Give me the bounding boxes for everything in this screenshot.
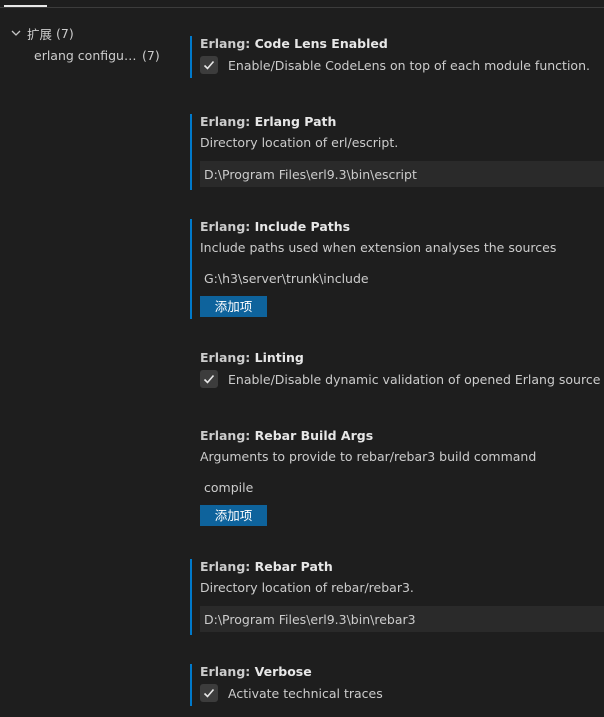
setting-title: Erlang: Rebar Path [200, 559, 333, 574]
setting-category: Erlang: [200, 114, 255, 129]
setting-category: Erlang: [200, 559, 255, 574]
setting-title: Erlang: Include Paths [200, 219, 350, 234]
check-icon [203, 374, 215, 384]
setting-description: Arguments to provide to rebar/rebar3 bui… [200, 449, 537, 464]
setting-linting: Erlang: Linting Enable/Disable dynamic v… [190, 350, 604, 392]
toc-group-extensions[interactable]: 扩展 (7) [0, 22, 180, 44]
setting-description: Directory location of rebar/rebar3. [200, 580, 414, 595]
verbose-checkbox[interactable] [200, 684, 218, 702]
setting-name: Rebar Build Args [254, 428, 374, 443]
add-rebar-build-arg-button[interactable]: 添加项 [200, 505, 267, 526]
setting-rebar-path: Erlang: Rebar Path Directory location of… [190, 559, 604, 635]
setting-description: Directory location of erl/escript. [200, 135, 399, 150]
include-path-list-item[interactable]: G:\h3\server\trunk\include [204, 271, 369, 286]
setting-title: Erlang: Erlang Path [200, 114, 336, 129]
setting-category: Erlang: [200, 428, 255, 443]
setting-category: Erlang: [200, 219, 255, 234]
chevron-down-icon [10, 27, 22, 39]
checkbox-row: Activate technical traces [200, 684, 383, 702]
setting-erlang-path: Erlang: Erlang Path Directory location o… [190, 114, 604, 190]
setting-name: Verbose [254, 664, 312, 679]
setting-name: Linting [254, 350, 304, 365]
checkbox-row: Enable/Disable CodeLens on top of each m… [200, 56, 590, 74]
setting-description: Include paths used when extension analys… [200, 240, 557, 255]
setting-code-lens-enabled: Erlang: Code Lens Enabled Enable/Disable… [190, 36, 604, 78]
erlang-path-input[interactable] [200, 161, 604, 187]
setting-verbose: Erlang: Verbose Activate technical trace… [190, 664, 604, 706]
setting-category: Erlang: [200, 664, 255, 679]
toc-group-count: (7) [56, 25, 74, 41]
settings-toc: 扩展 (7) erlang configura... (7) [0, 22, 180, 66]
check-icon [203, 688, 215, 698]
linting-checkbox[interactable] [200, 370, 218, 388]
rebar-build-arg-list-item[interactable]: compile [204, 480, 253, 495]
setting-title: Erlang: Linting [200, 350, 304, 365]
setting-title: Erlang: Code Lens Enabled [200, 36, 388, 51]
toc-item-label: erlang configura... [34, 47, 138, 63]
add-include-path-button[interactable]: 添加项 [200, 296, 267, 317]
code-lens-checkbox[interactable] [200, 56, 218, 74]
setting-title: Erlang: Rebar Build Args [200, 428, 373, 443]
checkbox-label: Enable/Disable dynamic validation of ope… [228, 371, 604, 387]
checkbox-label: Activate technical traces [228, 685, 383, 701]
setting-include-paths: Erlang: Include Paths Include paths used… [190, 219, 604, 319]
settings-list: Erlang: Code Lens Enabled Enable/Disable… [190, 0, 604, 717]
setting-rebar-build-args: Erlang: Rebar Build Args Arguments to pr… [190, 428, 604, 528]
checkbox-label: Enable/Disable CodeLens on top of each m… [228, 57, 590, 73]
setting-category: Erlang: [200, 36, 255, 51]
setting-name: Code Lens Enabled [254, 36, 388, 51]
active-scope-tab-indicator [4, 5, 47, 7]
setting-name: Rebar Path [254, 559, 333, 574]
check-icon [203, 60, 215, 70]
checkbox-row: Enable/Disable dynamic validation of ope… [200, 370, 604, 388]
toc-item-erlang-configuration[interactable]: erlang configura... (7) [0, 44, 180, 66]
toc-group-label: 扩展 [27, 26, 53, 42]
rebar-path-input[interactable] [200, 606, 604, 632]
setting-category: Erlang: [200, 350, 255, 365]
setting-name: Include Paths [254, 219, 351, 234]
setting-title: Erlang: Verbose [200, 664, 312, 679]
toc-item-count: (7) [142, 47, 160, 63]
setting-name: Erlang Path [254, 114, 337, 129]
